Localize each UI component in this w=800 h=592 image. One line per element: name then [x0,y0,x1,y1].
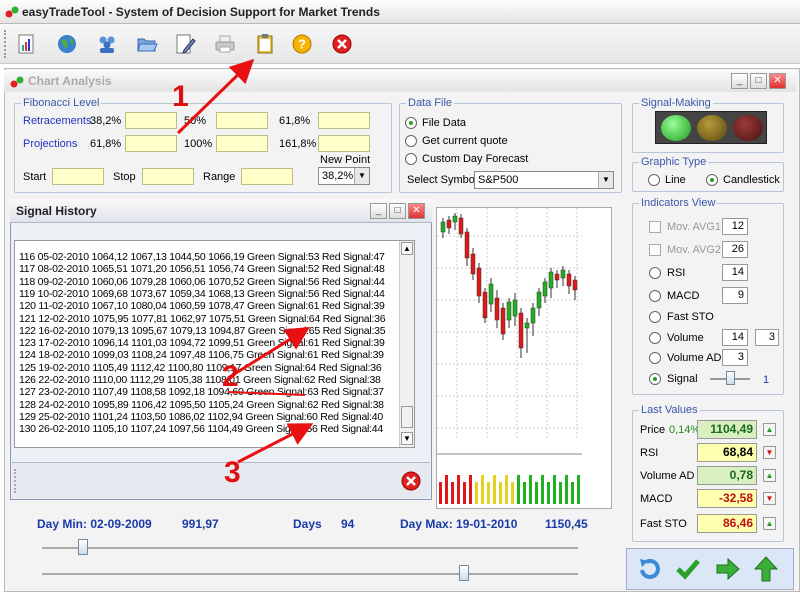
annotation-layer [176,58,314,464]
annotation-line-2 [227,391,306,396]
annotation-2: 2 [222,360,239,393]
annotation-arrow-3 [237,423,314,464]
annotation-1: 1 [172,80,189,113]
annotation-arrow-2 [227,326,311,380]
annotation-3: 3 [224,456,241,489]
annotation-arrow-1 [176,58,255,135]
